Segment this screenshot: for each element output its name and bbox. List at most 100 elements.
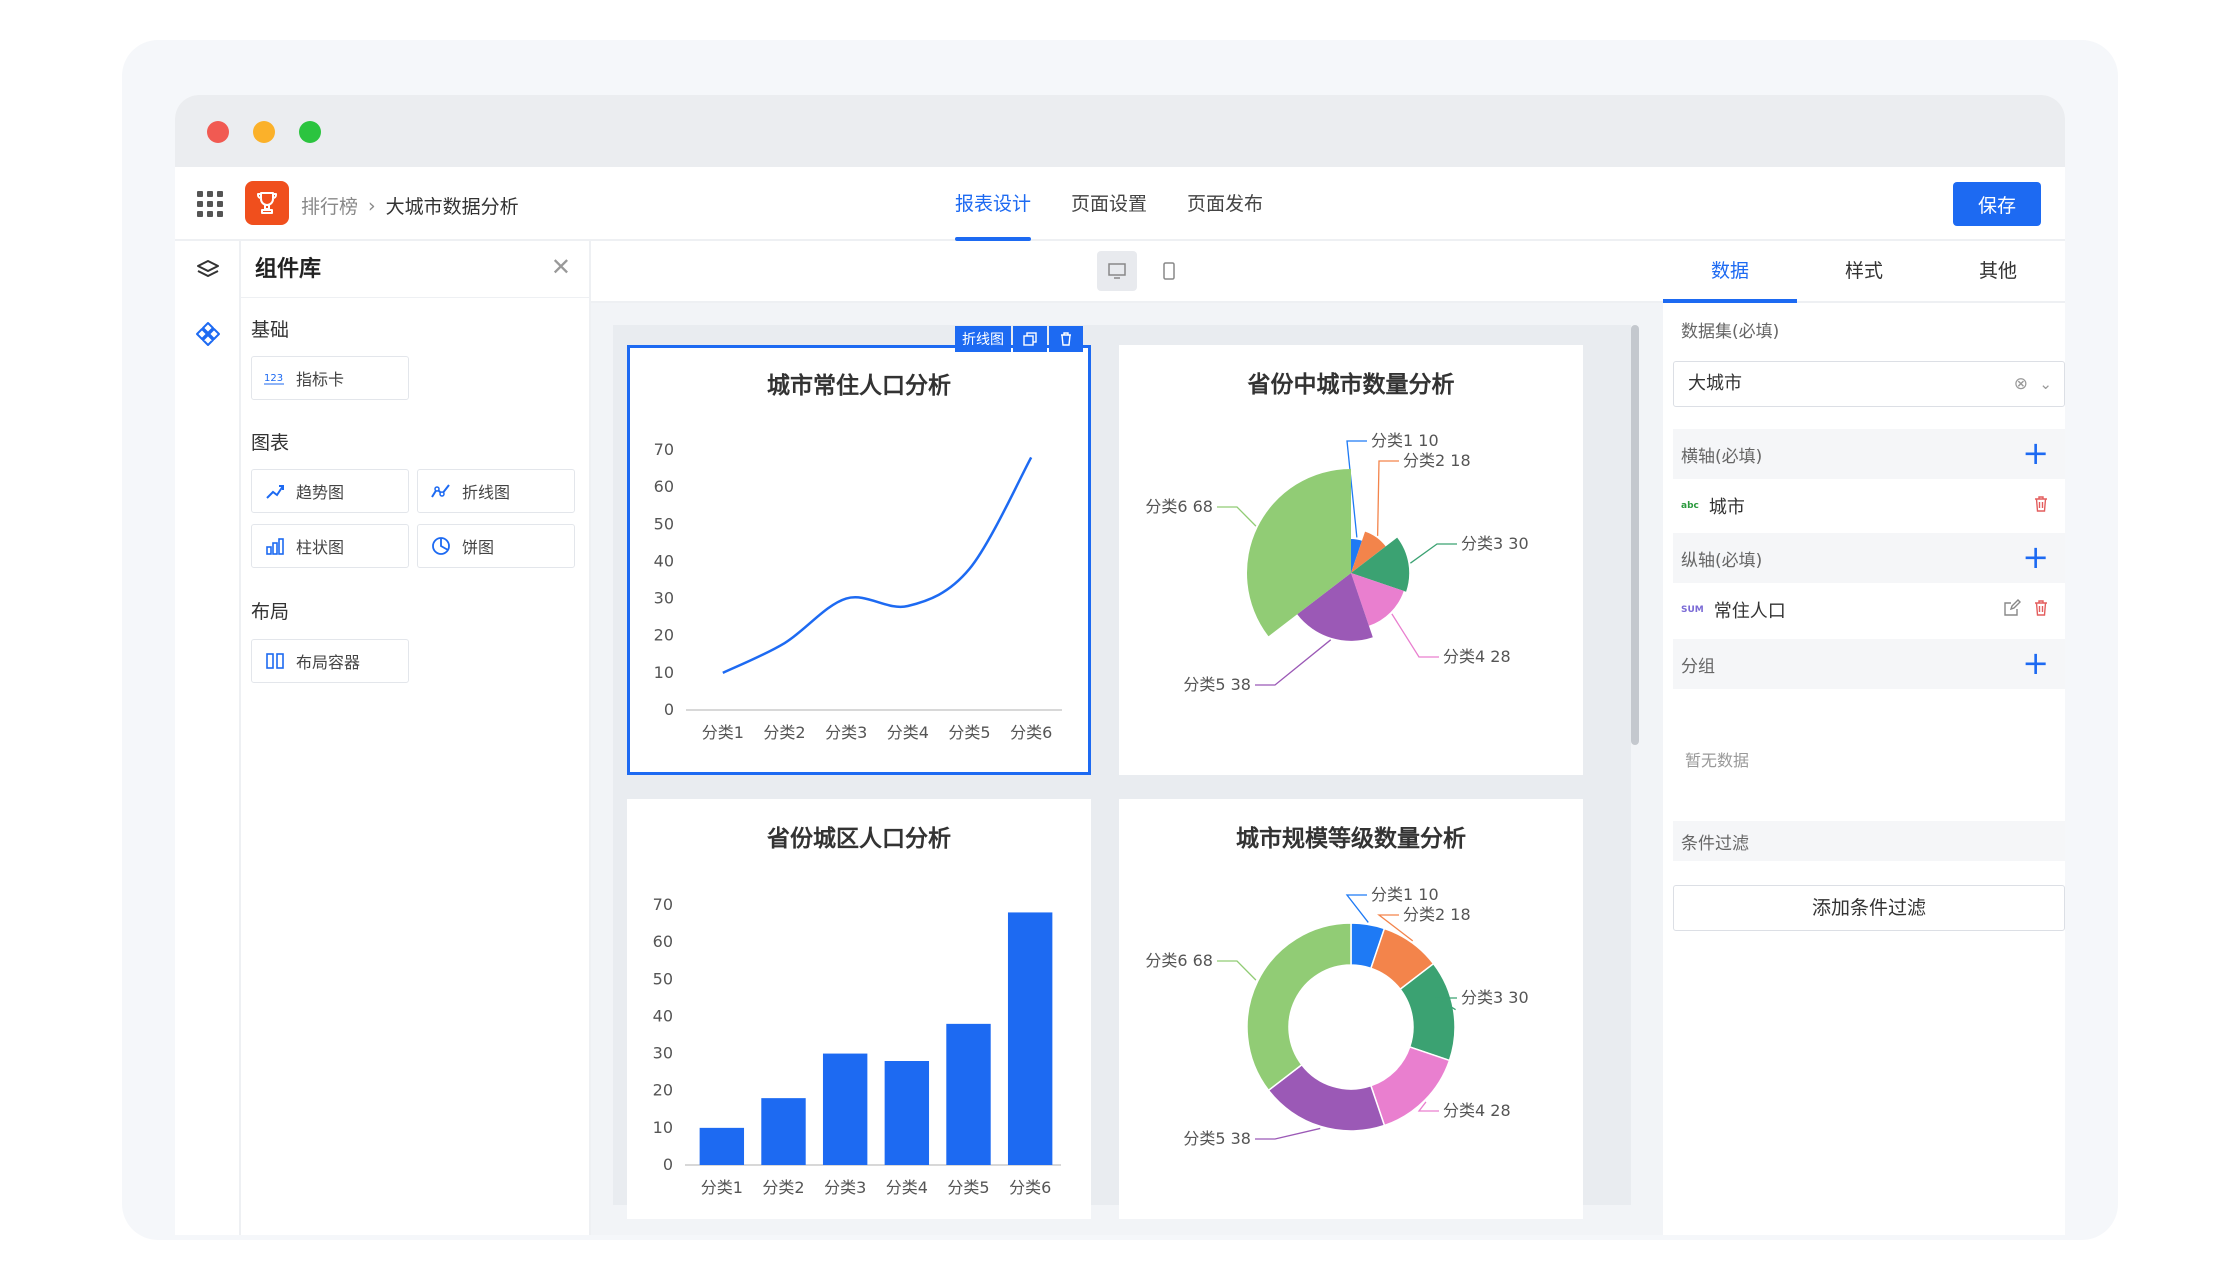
- y-tick-label: 10: [653, 1118, 673, 1137]
- chevron-right-icon: ›: [368, 194, 376, 217]
- add-group-icon[interactable]: +: [2022, 645, 2049, 681]
- y-axis-field[interactable]: SUM 常住人口: [1673, 585, 2065, 635]
- slice-label: 分类2 18: [1403, 905, 1471, 924]
- clear-icon[interactable]: ⊗: [2014, 362, 2028, 406]
- dataset-label: 数据集(必填): [1681, 322, 1780, 342]
- window-chrome: [175, 95, 2065, 167]
- x-tick-label: 分类2: [763, 723, 805, 742]
- delete-icon[interactable]: [2033, 495, 2049, 513]
- y-tick-label: 60: [653, 932, 673, 951]
- report-area: 城市常住人口分析 0 10 20 30 40 50 60 70 分类1 分类2 分类3 分类4 分类5 分…: [613, 325, 1631, 1219]
- breadcrumb-parent[interactable]: 排行榜: [301, 192, 358, 219]
- component-metric-card[interactable]: 123 指标卡: [251, 356, 409, 400]
- y-tick-label: 0: [664, 700, 674, 719]
- close-icon[interactable]: ✕: [551, 253, 571, 281]
- y-tick-label: 60: [654, 477, 674, 496]
- line-chart-icon: [430, 480, 452, 502]
- chart-svg: 分类1 10分类2 18 分类3 30 分类4 28 分类5 38 分类6 68: [1145, 885, 1528, 1148]
- dataset-select[interactable]: 大城市 ⊗ ⌄: [1673, 361, 2065, 407]
- close-window-button[interactable]: [207, 121, 229, 143]
- dataset-value: 大城市: [1688, 373, 1742, 394]
- y-tick-label: 40: [653, 1006, 673, 1025]
- tab-page-publish[interactable]: 页面发布: [1187, 167, 1263, 241]
- component-label: 趋势图: [296, 483, 345, 502]
- edit-icon[interactable]: [2003, 599, 2021, 617]
- bar-chart-card[interactable]: 省份城区人口分析 0 10 20 30 40 50 60 70 分类1 分类2 分类3 分类4 分类5 分…: [627, 799, 1091, 1219]
- bar: [884, 1061, 930, 1165]
- x-tick-label: 分类4: [887, 723, 929, 742]
- chart-svg: 0 10 20 30 40 50 60 70 分类1 分类2 分类3 分类4 分类5 分类6: [653, 895, 1061, 1197]
- x-tick-label: 分类6: [1009, 1178, 1051, 1197]
- x-tick-label: 分类2: [762, 1178, 804, 1197]
- left-icon-bar: [175, 241, 241, 1235]
- x-tick-label: 分类3: [825, 723, 867, 742]
- line-chart-card[interactable]: 城市常住人口分析 0 10 20 30 40 50 60 70 分类1 分类2 分类3 分类4 分类5 分…: [627, 345, 1091, 775]
- selected-component-toolbar: 折线图: [955, 326, 1083, 352]
- app-grid-icon[interactable]: [197, 191, 223, 217]
- top-header: 排行榜 › 大城市数据分析 报表设计 页面设置 页面发布 保存: [175, 167, 2065, 241]
- slice-label: 分类3 30: [1461, 534, 1529, 553]
- tab-report-design[interactable]: 报表设计: [955, 167, 1032, 241]
- delete-icon[interactable]: [2033, 599, 2049, 617]
- component-layout-container[interactable]: 布局容器: [251, 639, 409, 683]
- save-button[interactable]: 保存: [1953, 182, 2041, 226]
- component-pie-chart[interactable]: 饼图: [417, 524, 575, 568]
- layout-container-icon: [264, 650, 286, 672]
- donut-chart-card[interactable]: 城市规模等级数量分析 分类1 10 分类2 18 分类3 30 分类4 28 分类5 3…: [1119, 799, 1583, 1219]
- x-tick-label: 分类1: [702, 723, 744, 742]
- maximize-window-button[interactable]: [299, 121, 321, 143]
- layers-icon[interactable]: [195, 257, 221, 283]
- x-axis-row: 横轴(必填) +: [1673, 429, 2065, 479]
- x-tick-label: 分类5: [948, 723, 990, 742]
- y-axis-label: 纵轴(必填): [1681, 550, 1763, 571]
- rose-pie-chart-card[interactable]: 省份中城市数量分析 分类1 10 分类2 18 分类3 30 分类4 28 分类5 38…: [1119, 345, 1583, 775]
- component-label: 饼图: [462, 538, 495, 557]
- mobile-icon[interactable]: [1149, 251, 1189, 291]
- add-y-axis-icon[interactable]: +: [2022, 539, 2049, 575]
- pie-chart-icon: [430, 535, 452, 557]
- label-leader-line: [1255, 639, 1332, 686]
- tab-page-settings[interactable]: 页面设置: [1071, 167, 1147, 241]
- x-tick-label: 分类4: [886, 1178, 928, 1197]
- bar-chart-icon: [264, 535, 286, 557]
- component-trend-chart[interactable]: 趋势图: [251, 469, 409, 513]
- component-label: 柱状图: [296, 538, 345, 557]
- tab-other[interactable]: 其他: [1931, 241, 2065, 301]
- y-tick-label: 70: [653, 895, 673, 914]
- field-name: 常住人口: [1713, 601, 1786, 622]
- desktop-icon[interactable]: [1097, 251, 1137, 291]
- bar: [1007, 912, 1053, 1165]
- chart-svg: 分类1 10分类2 18 分类3 30 分类4 28 分类5 38 分类6 68: [1145, 431, 1529, 694]
- copy-icon[interactable]: [1013, 326, 1047, 352]
- x-axis-field[interactable]: abc 城市: [1673, 481, 2065, 531]
- bar: [761, 1098, 806, 1165]
- canvas-scrollbar[interactable]: [1631, 325, 1639, 745]
- add-x-axis-icon[interactable]: +: [2022, 435, 2049, 471]
- delete-icon[interactable]: [1049, 326, 1083, 352]
- component-line-chart[interactable]: 折线图: [417, 469, 575, 513]
- string-type-icon: abc: [1681, 501, 1699, 511]
- sum-aggregate-icon: SUM: [1681, 605, 1704, 615]
- y-tick-label: 50: [653, 969, 673, 988]
- tab-style[interactable]: 样式: [1797, 241, 1931, 301]
- label-leader-line: [1391, 613, 1439, 658]
- slice-label: 分类5 38: [1183, 1129, 1251, 1148]
- y-tick-label: 30: [653, 1044, 673, 1063]
- slice-label: 分类2 18: [1403, 451, 1471, 470]
- y-tick-label: 70: [654, 440, 674, 459]
- minimize-window-button[interactable]: [253, 121, 275, 143]
- chart-svg: 0 10 20 30 40 50 60 70 分类1 分类2 分类3 分类4 分类5 分类6: [654, 440, 1062, 742]
- x-tick-label: 分类1: [701, 1178, 743, 1197]
- bar: [699, 1127, 745, 1165]
- pie-slice: [1369, 1045, 1451, 1127]
- breadcrumb-current: 大城市数据分析: [385, 196, 519, 218]
- add-filter-button[interactable]: 添加条件过滤: [1673, 885, 2065, 931]
- slice-label: 分类1 10: [1371, 885, 1439, 904]
- component-label: 指标卡: [296, 370, 345, 389]
- section-chart-title: 图表: [251, 432, 290, 454]
- tab-data[interactable]: 数据: [1663, 241, 1797, 303]
- slice-label: 分类5 38: [1183, 675, 1251, 694]
- properties-panel: 数据 样式 其他 数据集(必填) 大城市 ⊗ ⌄ 横轴(必填) + abc 城市…: [1663, 241, 2065, 1235]
- components-icon[interactable]: [195, 321, 221, 347]
- component-bar-chart[interactable]: 柱状图: [251, 524, 409, 568]
